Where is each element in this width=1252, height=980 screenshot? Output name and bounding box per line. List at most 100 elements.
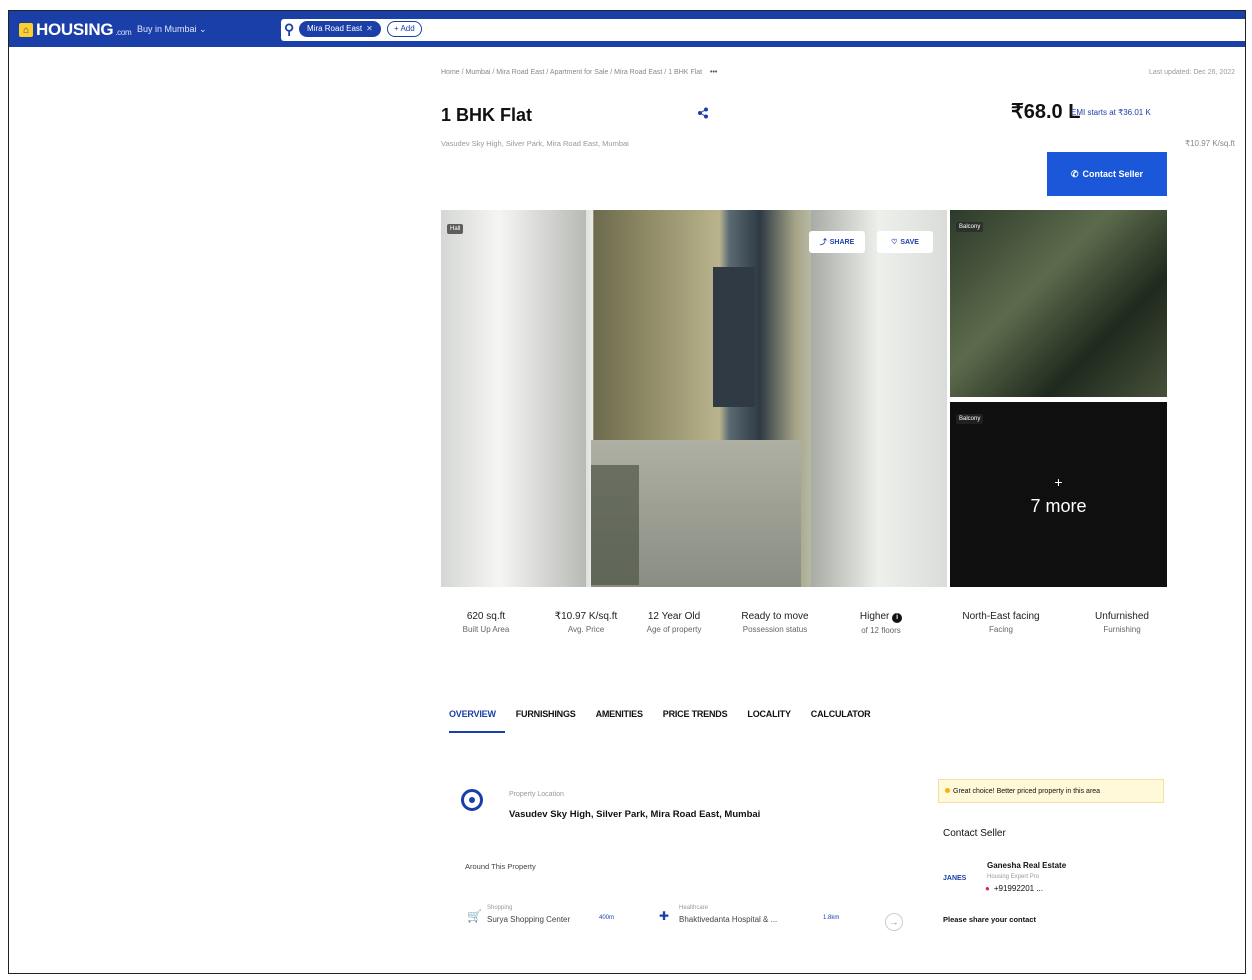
logo-icon: ⌂ (19, 23, 33, 37)
phone-icon: ● (985, 884, 990, 893)
photo-door (713, 267, 755, 407)
photo-rug (591, 465, 639, 585)
housing-logo[interactable]: ⌂ HOUSING .com (19, 20, 132, 40)
tab-furnishings[interactable]: FURNISHINGS (516, 709, 576, 719)
thumbnail-tag: Balcony (956, 414, 984, 424)
fact-item: 12 Year Old Age of property (639, 611, 709, 636)
more-photos-count: 7 more (1030, 496, 1087, 516)
around-title: Around This Property (465, 862, 536, 871)
photo-blur-left (441, 210, 586, 587)
location-address: Vasudev Sky High, Silver Park, Mira Road… (509, 809, 761, 820)
agent-phone-number: +91992201 ... (993, 884, 1043, 893)
info-icon[interactable]: i (892, 613, 903, 623)
logo-text: HOUSING (36, 20, 114, 39)
search-chip[interactable]: Mira Road East ✕ (299, 21, 381, 37)
search-chip-label: Mira Road East (307, 24, 363, 33)
plus-icon: + (1054, 474, 1063, 490)
fact-item: ₹10.97 K/sq.ft Avg. Price (541, 611, 631, 636)
fact-value: Ready to move (741, 611, 809, 622)
fact-value: ₹10.97 K/sq.ft (554, 611, 618, 622)
tab-price-trends[interactable]: PRICE TRENDS (663, 709, 728, 719)
thumbnail-tag: Balcony (956, 222, 984, 232)
poi-category: Shopping (487, 905, 513, 911)
shopping-cart-icon: 🛒 (467, 909, 482, 923)
gallery-save-label: SAVE (900, 238, 919, 246)
fact-item: 620 sq.ft Built Up Area (441, 611, 531, 636)
share-contact-text: Please share your contact (943, 915, 1036, 924)
tab-locality[interactable]: LOCALITY (747, 709, 791, 719)
agent-subtitle: Housing Expert Pro (987, 874, 1040, 880)
share-icon: ⤴ (819, 239, 827, 246)
city-dropdown[interactable]: Buy in Mumbai ⌄ (137, 24, 207, 35)
poi-name: Bhaktivedanta Hospital & ... (679, 915, 778, 924)
fact-label: Possession status (742, 625, 808, 634)
chevron-right-icon[interactable]: → (885, 913, 903, 931)
contact-seller-button[interactable]: ✆ Contact Seller (1047, 152, 1167, 196)
contact-seller-title: Contact Seller (943, 828, 1006, 839)
agent-logo: JANES (943, 875, 967, 882)
fact-item: Ready to move Possession status (737, 611, 813, 636)
price-per-sqft: ₹10.97 K/sq.ft (1184, 139, 1235, 148)
photo-blur-right (811, 210, 947, 587)
active-tab-underline (449, 731, 505, 733)
fact-label: Age of property (646, 625, 702, 634)
phone-icon: ✆ (1070, 168, 1079, 179)
main-photo[interactable]: Hall ⤴ SHARE ♡ SAVE (441, 210, 947, 587)
gallery-save-button[interactable]: ♡ SAVE (877, 231, 933, 253)
tab-calculator[interactable]: CALCULATOR (811, 709, 871, 719)
fact-item: Unfurnished Furnishing (1077, 611, 1167, 636)
agent-phone[interactable]: ● +91992201 ... (985, 884, 1043, 893)
great-choice-banner: Great choice! Better priced property in … (938, 779, 1164, 803)
thumbnail-photo[interactable]: Balcony (950, 210, 1167, 397)
browser-frame: ⌂ HOUSING .com Buy in Mumbai ⌄ ⚲ Mira Ro… (8, 10, 1246, 974)
listing-address: Vasudev Sky High, Silver Park, Mira Road… (441, 139, 629, 148)
fact-value: 12 Year Old (647, 611, 701, 622)
contact-seller-label: Contact Seller (1082, 169, 1144, 179)
fact-value: Higher i (841, 611, 921, 623)
tab-overview[interactable]: OVERVIEW (449, 709, 496, 719)
star-icon (945, 788, 950, 793)
location-label: Property Location (509, 791, 564, 798)
listing-title: 1 BHK Flat (441, 105, 533, 125)
poi-name: Surya Shopping Center (487, 915, 571, 924)
gallery-share-label: SHARE (829, 238, 855, 246)
emi-link[interactable]: EMI starts at ₹36.01 K (1071, 108, 1151, 117)
last-updated: Last updated: Dec 26, 2022 (1148, 69, 1235, 76)
heart-icon: ♡ (891, 239, 898, 246)
fact-label: Furnishing (1103, 625, 1141, 634)
breadcrumb-more-icon[interactable]: ••• (710, 69, 717, 76)
breadcrumb[interactable]: Home / Mumbai / Mira Road East / Apartme… (441, 69, 717, 76)
poi-distance: 1.8km (823, 915, 840, 921)
agent-name[interactable]: Ganesha Real Estate (987, 861, 1066, 870)
fact-value-text: Higher (859, 611, 890, 622)
location-pin-icon (461, 789, 483, 811)
share-icon[interactable] (697, 107, 709, 122)
more-photos-tile[interactable]: Balcony + 7 more (950, 402, 1167, 587)
fact-value: 620 sq.ft (466, 611, 506, 622)
fact-label: of 12 floors (861, 626, 901, 635)
top-navbar: ⌂ HOUSING .com Buy in Mumbai ⌄ ⚲ Mira Ro… (9, 11, 1245, 47)
fact-value: North-East facing (962, 611, 1040, 622)
poi-category: Healthcare (679, 905, 709, 911)
property-facts: 620 sq.ft Built Up Area ₹10.97 K/sq.ft Avg… (441, 611, 1167, 661)
fact-label: Avg. Price (567, 625, 605, 634)
gallery-share-button[interactable]: ⤴ SHARE (809, 231, 865, 253)
pin-dot (469, 797, 475, 803)
chip-close-icon[interactable]: ✕ (366, 24, 373, 33)
logo-suffix: .com (115, 28, 132, 37)
tab-amenities[interactable]: AMENITIES (596, 709, 643, 719)
search-bar[interactable]: ⚲ Mira Road East ✕ + Add (281, 19, 1245, 41)
fact-label: Built Up Area (462, 625, 510, 634)
fact-item: North-East facing Facing (951, 611, 1051, 636)
photo-tag: Hall (447, 224, 464, 234)
fact-value: Unfurnished (1095, 611, 1149, 622)
fact-item: Higher i of 12 floors (841, 611, 921, 637)
fact-label: Facing (988, 625, 1013, 634)
breadcrumb-trail[interactable]: Home / Mumbai / Mira Road East / Apartme… (441, 69, 702, 76)
search-icon: ⚲ (284, 21, 295, 37)
add-locality-button[interactable]: + Add (387, 21, 422, 37)
poi-distance: 400m (599, 915, 615, 921)
great-choice-text: Great choice! Better priced property in … (953, 787, 1101, 795)
hospital-icon: ✚ (659, 909, 670, 923)
section-tabs: OVERVIEW FURNISHINGS AMENITIES PRICE TRE… (449, 709, 871, 719)
